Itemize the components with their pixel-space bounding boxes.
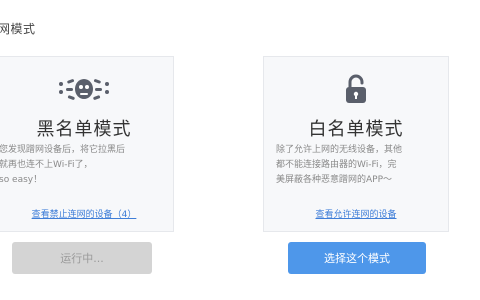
- view-blocked-devices-link[interactable]: 查看禁止连网的设备（4）: [0, 207, 173, 220]
- section-title: 网模式: [0, 22, 36, 36]
- select-whitelist-mode-button[interactable]: 选择这个模式: [288, 242, 426, 274]
- wifi-mode-panel: 网模式 黑名单模式 您发现蹭网设备后，将它拉黑后 就再也连不上Wi-Fi了， s…: [0, 0, 480, 300]
- view-allowed-devices-link[interactable]: 查看允许连网的设备: [264, 207, 448, 220]
- blacklist-running-button: 运行中...: [12, 242, 152, 274]
- whitelist-mode-card: 白名单模式 除了允许上网的无线设备，其他 都不能连接路由器的Wi-Fi，完 美屏…: [263, 56, 449, 232]
- blacklist-desc-line: 您发现蹭网设备后，将它拉黑后: [0, 145, 126, 155]
- blacklist-desc-line: so easy！: [0, 175, 43, 185]
- unlock-icon: [264, 71, 448, 107]
- blacklist-desc-line: 就再也连不上Wi-Fi了，: [0, 160, 93, 170]
- blacklist-mode-card: 黑名单模式 您发现蹭网设备后，将它拉黑后 就再也连不上Wi-Fi了， so ea…: [0, 56, 174, 232]
- blacklist-title: 黑名单模式: [36, 119, 132, 140]
- whitelist-title: 白名单模式: [308, 119, 404, 140]
- blacklist-description: 您发现蹭网设备后，将它拉黑后 就再也连不上Wi-Fi了， so easy！: [0, 143, 159, 188]
- whitelist-desc-line: 都不能连接路由器的Wi-Fi，完: [276, 160, 397, 170]
- whitelist-desc-line: 美屏蔽各种恶意蹭网的APP～: [276, 175, 393, 185]
- whitelist-desc-line: 除了允许上网的无线设备，其他: [276, 145, 403, 155]
- bug-block-icon: [0, 71, 173, 107]
- whitelist-description: 除了允许上网的无线设备，其他 都不能连接路由器的Wi-Fi，完 美屏蔽各种恶意蹭…: [276, 143, 440, 188]
